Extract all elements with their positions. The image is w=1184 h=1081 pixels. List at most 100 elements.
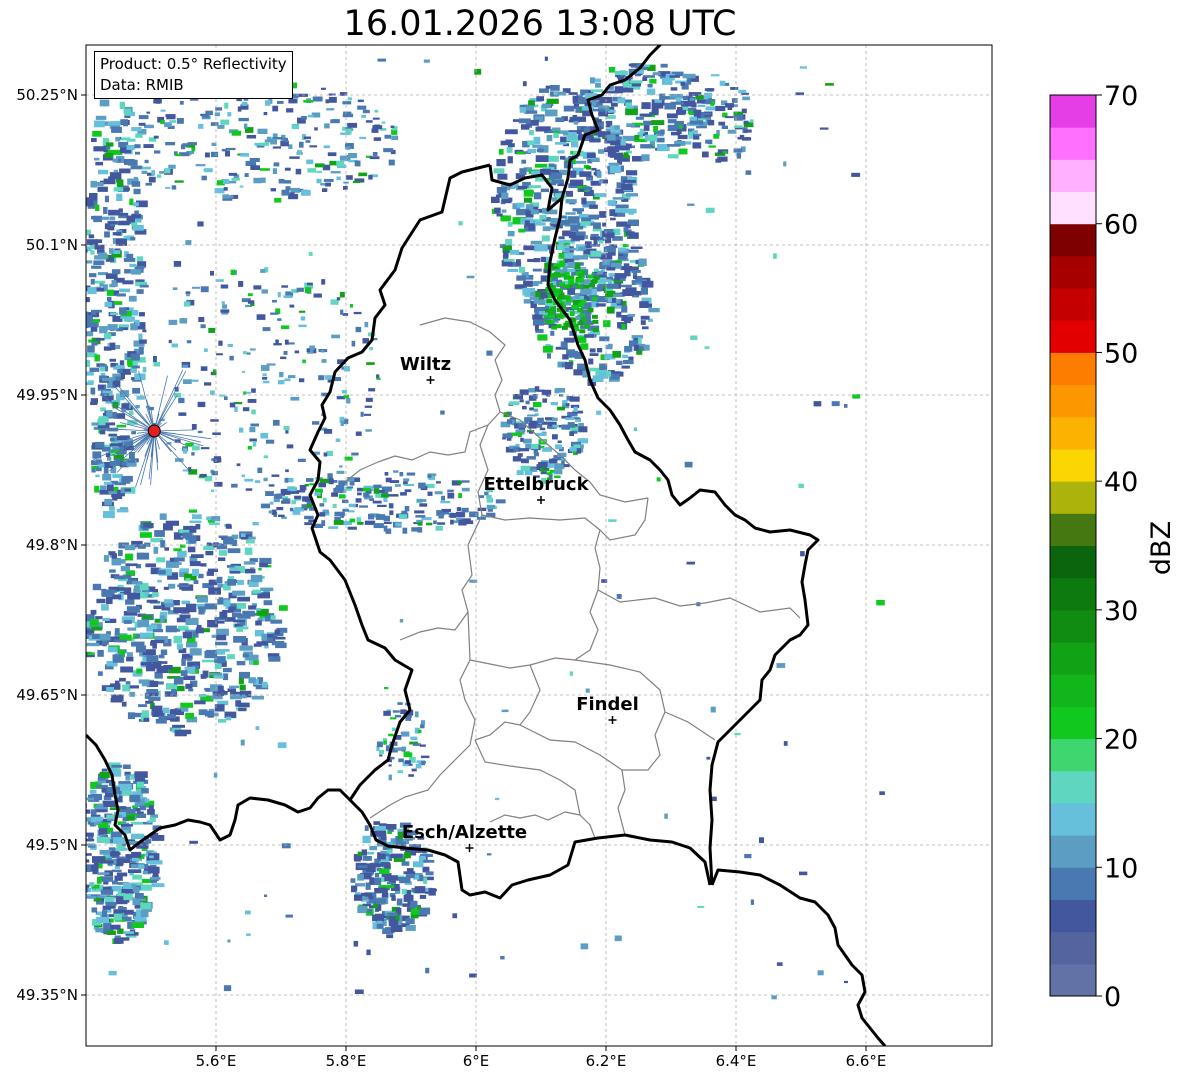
radar-echo-cell — [534, 324, 539, 331]
radar-echo-cell — [314, 492, 321, 496]
colorbar-segment — [1050, 416, 1096, 450]
radar-echo-cell — [229, 402, 236, 408]
radar-echo-cell — [239, 622, 246, 626]
radar-echo-cell — [313, 293, 322, 298]
radar-echo-cell — [113, 169, 119, 173]
radar-echo-cell — [659, 93, 666, 101]
radar-echo-cell — [294, 495, 302, 500]
radar-echo-cell — [281, 189, 290, 196]
radar-echo-cell — [221, 149, 228, 152]
radar-echo-cell — [546, 135, 553, 142]
radar-echo-cell — [394, 714, 402, 718]
radar-echo-cell — [496, 187, 507, 194]
radar-echo-cell — [521, 124, 530, 130]
radar-echo-cell — [255, 608, 262, 611]
radar-echo-cell — [243, 561, 256, 565]
city-label: Wiltz — [400, 354, 451, 375]
radar-echo-cell — [240, 739, 245, 746]
tick-label-lat: 49.8°N — [26, 536, 78, 554]
radar-echo-cell — [461, 480, 470, 483]
radar-echo-cell — [375, 898, 386, 904]
radar-echo-cell — [111, 362, 116, 367]
radar-echo-cell — [228, 172, 237, 176]
radar-echo-cell — [123, 894, 133, 901]
radar-echo-cell — [155, 718, 167, 724]
radar-echo-cell — [391, 895, 396, 901]
radar-echo-cell — [342, 113, 354, 118]
radar-echo-cell — [562, 400, 568, 404]
radar-echo-cell — [301, 116, 307, 120]
radar-echo-cell — [299, 378, 305, 383]
radar-echo-cell — [171, 343, 178, 348]
radar-echo-cell — [725, 103, 734, 108]
radar-echo-cell — [529, 130, 534, 136]
radar-echo-cell — [403, 483, 415, 486]
tick-label-lon: 6.4°E — [716, 1052, 757, 1070]
radar-echo-cell — [263, 112, 268, 116]
radar-echo-cell — [183, 675, 196, 680]
radar-echo-cell — [242, 610, 255, 617]
radar-echo-cell — [356, 517, 362, 523]
radar-echo-cell — [117, 369, 123, 374]
radar-echo-cell — [401, 861, 410, 866]
radar-echo-cell — [336, 176, 341, 181]
radar-echo-cell — [325, 182, 331, 187]
radar-echo-cell — [113, 913, 122, 921]
radar-echo-cell — [618, 247, 626, 252]
radar-echo-cell — [436, 481, 441, 484]
radar-echo-cell — [536, 96, 545, 102]
radar-echo-cell — [104, 333, 112, 340]
radar-echo-cell — [111, 694, 124, 702]
radar-echo-cell — [213, 456, 221, 460]
radar-echo-cell — [252, 442, 257, 447]
radar-echo-cell — [143, 717, 150, 722]
radar-echo-cell — [132, 387, 141, 394]
radar-echo-cell — [486, 504, 496, 509]
radar-echo-cell — [669, 75, 680, 78]
radar-echo-cell — [551, 127, 561, 132]
radar-echo-cell — [139, 339, 147, 344]
radar-echo-cell — [120, 373, 125, 379]
radar-echo-cell — [350, 878, 356, 883]
radar-echo-cell — [108, 970, 117, 976]
radar-echo-cell — [381, 121, 386, 124]
radar-echo-cell — [620, 139, 626, 146]
radar-echo-cell — [697, 906, 705, 908]
radar-echo-cell — [579, 171, 592, 177]
radar-echo-cell — [353, 311, 362, 315]
radar-echo-cell — [705, 99, 712, 104]
radar-echo-cell — [91, 215, 102, 220]
radar-echo-cell — [227, 688, 236, 692]
radar-echo-cell — [543, 345, 553, 353]
radar-echo-cell — [516, 151, 525, 155]
radar-echo-cell — [547, 353, 551, 359]
radar-echo-cell — [138, 312, 145, 317]
radar-echo-cell — [684, 461, 693, 468]
radar-echo-cell — [230, 269, 236, 275]
radar-echo-cell — [369, 877, 375, 885]
radar-echo-cell — [706, 756, 711, 760]
radar-echo-cell — [131, 833, 145, 839]
radar-echo-cell — [550, 402, 558, 406]
colorbar-segment — [1050, 802, 1096, 836]
radar-echo-cell — [245, 910, 251, 915]
radar-echo-cell — [114, 628, 120, 635]
radar-echo-cell — [151, 705, 163, 712]
radar-echo-cell — [384, 687, 389, 690]
radar-echo-cell — [232, 590, 246, 596]
radar-echo-cell — [160, 109, 166, 112]
radar-echo-cell — [303, 136, 311, 140]
radar-echo-cell — [87, 345, 95, 353]
radar-echo-cell — [667, 119, 677, 124]
radar-echo-cell — [92, 633, 101, 639]
radar-echo-cell — [526, 105, 535, 111]
radar-echo-cell — [223, 537, 234, 545]
radar-echo-cell — [608, 162, 619, 166]
radar-echo-cell — [354, 160, 361, 167]
radar-echo-cell — [469, 511, 479, 518]
radar-echo-cell — [120, 137, 131, 141]
radar-echo-cell — [529, 420, 539, 425]
radar-echo-cell — [610, 102, 618, 107]
radar-echo-cell — [143, 144, 154, 148]
radar-echo-cell — [355, 326, 362, 333]
